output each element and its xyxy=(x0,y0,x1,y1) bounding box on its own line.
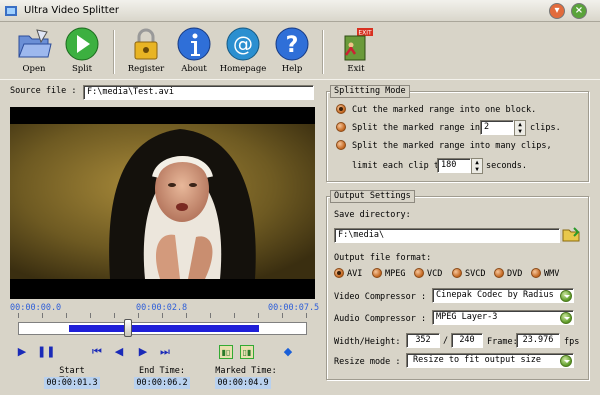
fps-label: fps xyxy=(564,337,580,347)
step-back-icon[interactable]: ◀ xyxy=(112,345,126,359)
format-svcd-label: SVCD xyxy=(465,269,486,279)
clip-count-spinner[interactable]: ▲ ▼ xyxy=(514,120,526,136)
output-settings-title: Output Settings xyxy=(330,190,415,203)
audio-compressor-value: MPEG Layer-3 xyxy=(436,312,498,322)
radio-cut-one-block[interactable] xyxy=(336,104,346,114)
format-dvd-label: DVD xyxy=(507,269,523,279)
svg-text:?: ? xyxy=(286,33,299,58)
close-icon[interactable]: × xyxy=(571,3,587,19)
timeline-ticks xyxy=(18,313,307,321)
width-field[interactable]: 352 xyxy=(406,333,440,348)
frame-rate-field[interactable]: 23.976 xyxy=(516,333,560,348)
resize-mode-select[interactable]: Resize to fit output size xyxy=(406,353,574,368)
set-end-marker-icon[interactable]: ▯▮ xyxy=(240,345,254,359)
clips-suffix: clips. xyxy=(530,123,561,133)
chevron-down-icon[interactable] xyxy=(560,290,572,302)
timeline-slider[interactable] xyxy=(18,319,307,337)
app-icon xyxy=(5,6,17,16)
format-mpeg-radio[interactable] xyxy=(372,268,382,278)
play-icon[interactable]: ▶ xyxy=(15,345,29,359)
video-compressor-select[interactable]: Cinepak Codec by Radius xyxy=(432,288,574,303)
marked-time-value: 00:00:04.9 xyxy=(215,377,271,389)
step-forward-icon[interactable]: ▶ xyxy=(136,345,150,359)
format-svcd-radio[interactable] xyxy=(452,268,462,278)
timeline-start-time: 00:00:00.0 xyxy=(10,303,62,313)
pause-icon[interactable]: ❚❚ xyxy=(37,345,55,359)
format-wmv-radio[interactable] xyxy=(531,268,541,278)
go-to-end-icon[interactable]: ⏭ xyxy=(158,345,172,359)
toolbar-separator xyxy=(113,30,115,74)
splitting-mode-title: Splitting Mode xyxy=(330,85,410,98)
format-avi-radio[interactable] xyxy=(334,268,344,278)
info-icon xyxy=(177,27,211,61)
resize-mode-label: Resize mode : xyxy=(334,357,401,367)
play-icon xyxy=(65,27,99,61)
clip-count-field[interactable]: 2 xyxy=(480,120,514,135)
timeline-current-time: 00:00:02.8 xyxy=(136,303,188,313)
exit-door-icon: EXIT xyxy=(344,28,373,61)
minimize-icon[interactable]: ▾ xyxy=(549,3,565,19)
go-to-start-icon[interactable]: ⏮ xyxy=(90,345,104,359)
video-preview xyxy=(10,107,315,299)
source-file-label: Source file : xyxy=(10,86,77,96)
clip-length-field[interactable]: 180 xyxy=(437,158,471,173)
audio-compressor-select[interactable]: MPEG Layer-3 xyxy=(432,310,574,325)
marked-range xyxy=(69,325,259,332)
video-compressor-label: Video Compressor : xyxy=(334,292,427,302)
help-button[interactable]: ? Help xyxy=(264,26,320,78)
title-bar: Ultra Video Splitter ▾ × xyxy=(0,0,600,22)
lock-icon xyxy=(134,28,158,60)
audio-compressor-label: Audio Compressor : xyxy=(334,314,427,324)
video-frame-image xyxy=(10,107,315,299)
limit-clip-label: limit each clip to xyxy=(352,161,445,171)
format-wmv-label: WMV xyxy=(544,269,560,279)
format-avi-label: AVI xyxy=(347,269,363,279)
option-split-many-label: Split the marked range into many clips, xyxy=(352,141,552,151)
marked-time-label: Marked Time: xyxy=(215,366,277,376)
output-format-label: Output file format: xyxy=(334,253,432,263)
homepage-button[interactable]: @ Homepage xyxy=(215,26,271,78)
width-height-separator: / xyxy=(443,336,449,346)
save-directory-label: Save directory: xyxy=(334,210,411,220)
seconds-suffix: seconds. xyxy=(486,161,527,171)
video-compressor-value: Cinepak Codec by Radius xyxy=(436,290,554,300)
at-sign-icon: @ xyxy=(226,27,260,61)
browse-folder-icon[interactable] xyxy=(562,226,580,242)
option-cut-one-block: Cut the marked range into one block. xyxy=(352,105,537,115)
height-field[interactable]: 240 xyxy=(451,333,483,348)
chevron-down-icon[interactable] xyxy=(560,312,572,324)
svg-text:@: @ xyxy=(233,32,253,56)
radio-split-many-clips[interactable] xyxy=(336,140,346,150)
format-dvd-radio[interactable] xyxy=(494,268,504,278)
format-vcd-radio[interactable] xyxy=(414,268,424,278)
format-mpeg-label: MPEG xyxy=(385,269,406,279)
help-icon: ? xyxy=(275,27,309,61)
split-button[interactable]: Split xyxy=(54,26,110,78)
set-start-marker-icon[interactable]: ▮▯ xyxy=(219,345,233,359)
toolbar: Open Split Register About @ Homepage ? H… xyxy=(0,22,600,80)
about-button[interactable]: About xyxy=(166,26,222,78)
frame-label: Frame: xyxy=(487,337,518,347)
open-folder-icon xyxy=(18,29,52,58)
end-time-label: End Time: xyxy=(138,366,186,376)
save-directory-field[interactable]: F:\media\ xyxy=(334,228,560,243)
source-file-field[interactable]: F:\media\Test.avi xyxy=(83,85,314,100)
exit-button[interactable]: EXIT Exit xyxy=(328,26,384,78)
slider-thumb[interactable] xyxy=(124,319,132,337)
option-split-into-label: Split the marked range into xyxy=(352,123,491,133)
width-height-label: Width/Height: xyxy=(334,337,401,347)
resize-mode-value: Resize to fit output size xyxy=(413,355,541,365)
start-time-value: 00:00:01.3 xyxy=(44,377,100,389)
radio-split-into-clips[interactable] xyxy=(336,122,346,132)
marker-navigate-icon[interactable]: ◆ xyxy=(281,345,295,359)
clip-length-spinner[interactable]: ▲ ▼ xyxy=(471,158,483,174)
chevron-down-icon[interactable] xyxy=(560,355,572,367)
timeline-end-time: 00:00:07.5 xyxy=(268,303,320,313)
exit-sign-text: EXIT xyxy=(358,30,372,37)
toolbar-separator xyxy=(322,30,324,74)
format-vcd-label: VCD xyxy=(427,269,443,279)
end-time-value: 00:00:06.2 xyxy=(134,377,190,389)
window-title: Ultra Video Splitter xyxy=(24,5,119,16)
